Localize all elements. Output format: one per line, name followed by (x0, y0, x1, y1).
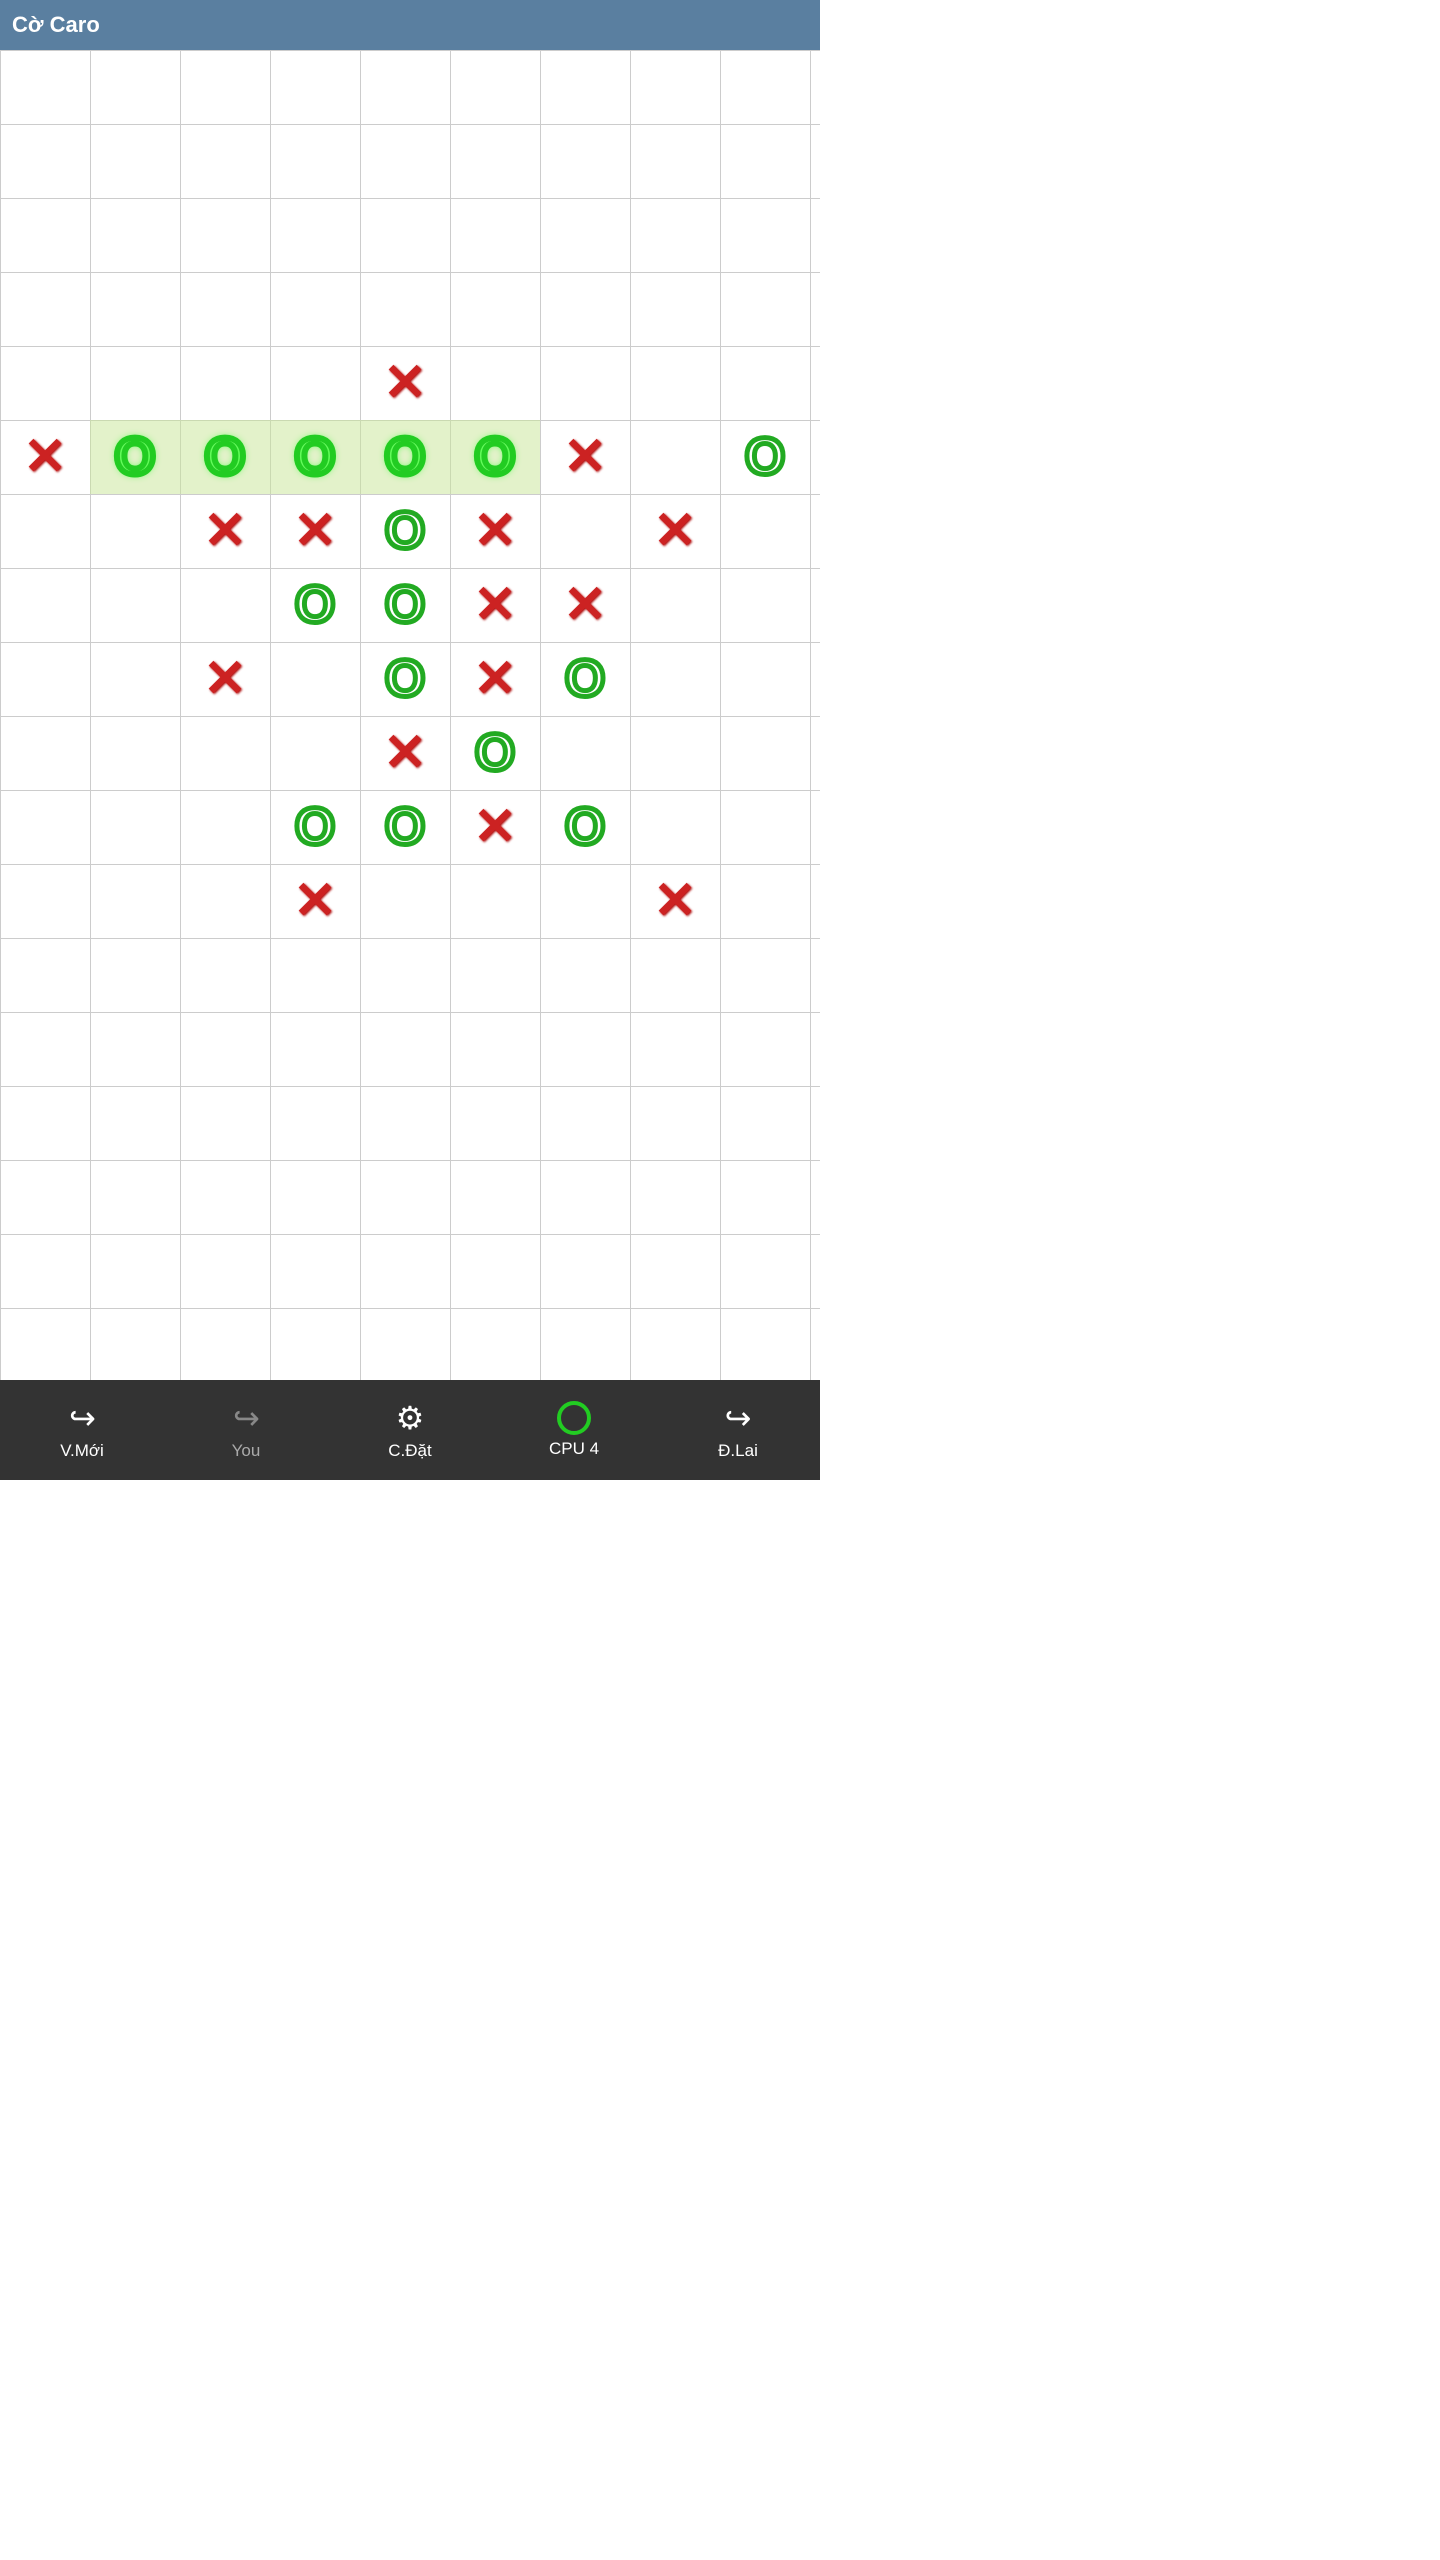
piece-o-r5-c3[interactable]: O (280, 422, 350, 492)
piece-x-r10-c5[interactable]: ✕ (460, 792, 530, 862)
piece-o-r10-c6[interactable]: O (550, 792, 620, 862)
board-container[interactable]: ✕✕OOOOO✕O✕✕O✕✕OO✕✕✕O✕O✕OOO✕O✕✕ (0, 50, 820, 1380)
piece-o-r10-c3[interactable]: O (280, 792, 350, 862)
piece-o-r5-c4[interactable]: O (370, 422, 440, 492)
piece-o-r7-c4[interactable]: O (370, 570, 440, 640)
dlai-label: Đ.Lai (718, 1441, 758, 1461)
piece-o-r5-c5[interactable]: O (460, 422, 530, 492)
piece-x-r6-c3[interactable]: ✕ (280, 496, 350, 566)
piece-x-r7-c6[interactable]: ✕ (550, 570, 620, 640)
bottom-bar: ↩ V.Mới ↩ You ⚙ C.Đặt CPU 4 ↪ Đ.Lai (0, 1380, 820, 1480)
piece-x-r6-c5[interactable]: ✕ (460, 496, 530, 566)
piece-o-r7-c3[interactable]: O (280, 570, 350, 640)
piece-x-r11-c7[interactable]: ✕ (640, 866, 710, 936)
piece-x-r7-c5[interactable]: ✕ (460, 570, 530, 640)
app-title: Cờ Caro (12, 12, 100, 38)
piece-x-r6-c2[interactable]: ✕ (190, 496, 260, 566)
cdat-label: C.Đặt (388, 1441, 431, 1461)
piece-x-r9-c4[interactable]: ✕ (370, 718, 440, 788)
piece-x-r8-c2[interactable]: ✕ (190, 644, 260, 714)
piece-o-r6-c4[interactable]: O (370, 496, 440, 566)
you-icon: ↩ (233, 1399, 260, 1437)
cpu4-label: CPU 4 (549, 1439, 599, 1459)
piece-x-r5-c0[interactable]: ✕ (10, 422, 80, 492)
grid (0, 50, 820, 1380)
piece-o-r10-c4[interactable]: O (370, 792, 440, 862)
piece-o-r9-c5[interactable]: O (460, 718, 530, 788)
you-label: You (232, 1441, 261, 1461)
dlai-icon: ↪ (725, 1399, 752, 1437)
btn-vnew[interactable]: ↩ V.Mới (32, 1399, 132, 1461)
btn-cpu4[interactable]: CPU 4 (524, 1401, 624, 1459)
piece-o-r5-c8[interactable]: O (730, 422, 800, 492)
vnew-icon: ↩ (69, 1399, 96, 1437)
cdat-icon: ⚙ (396, 1399, 425, 1437)
piece-o-r5-c2[interactable]: O (190, 422, 260, 492)
cpu4-circle-icon (557, 1401, 591, 1435)
piece-x-r6-c7[interactable]: ✕ (640, 496, 710, 566)
btn-you[interactable]: ↩ You (196, 1399, 296, 1461)
piece-x-r4-c4[interactable]: ✕ (370, 348, 440, 418)
piece-x-r8-c5[interactable]: ✕ (460, 644, 530, 714)
title-bar: Cờ Caro (0, 0, 820, 50)
piece-o-r5-c1[interactable]: O (100, 422, 170, 492)
btn-dlai[interactable]: ↪ Đ.Lai (688, 1399, 788, 1461)
piece-o-r8-c6[interactable]: O (550, 644, 620, 714)
piece-o-r8-c4[interactable]: O (370, 644, 440, 714)
piece-x-r5-c6[interactable]: ✕ (550, 422, 620, 492)
btn-cdat[interactable]: ⚙ C.Đặt (360, 1399, 460, 1461)
piece-x-r11-c3[interactable]: ✕ (280, 866, 350, 936)
vnew-label: V.Mới (60, 1441, 104, 1461)
